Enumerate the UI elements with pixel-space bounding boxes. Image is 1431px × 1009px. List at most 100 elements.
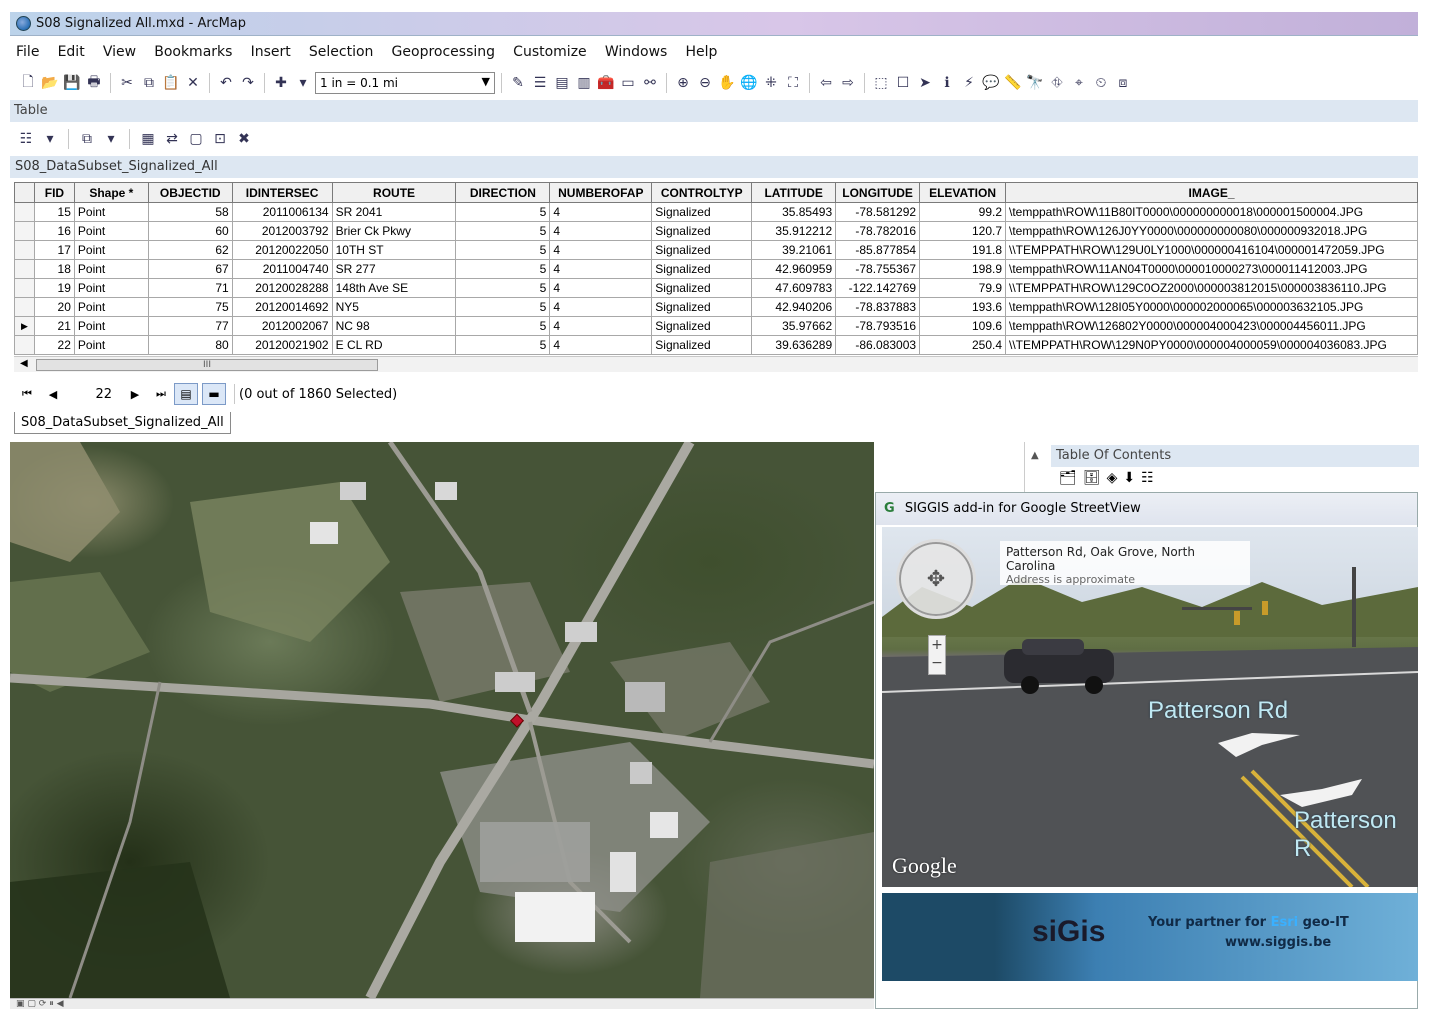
back-arrow-icon[interactable]: ⇦: [816, 73, 836, 93]
table-cell[interactable]: 5: [455, 278, 551, 298]
column-header-numberofap[interactable]: NUMBEROFAP: [549, 182, 653, 203]
collapse-up-icon[interactable]: ▲: [1031, 450, 1039, 461]
row-selector[interactable]: [14, 202, 35, 222]
table-cell[interactable]: 5: [455, 335, 551, 355]
table-cell[interactable]: 4: [549, 335, 653, 355]
menu-geoprocessing[interactable]: Geoprocessing: [386, 40, 503, 66]
table-layer-tab[interactable]: S08_DataSubset_Signalized_All: [14, 412, 231, 434]
zoom-to-selected-icon[interactable]: ⊡: [210, 129, 230, 149]
table-cell[interactable]: 58: [147, 202, 233, 222]
table-cell[interactable]: Point: [73, 316, 149, 336]
table-row[interactable]: 22 Point 80 20120021902 E CL RD 5 4 Signalized 3…: [14, 335, 1418, 355]
table-cell[interactable]: 2011004740: [231, 259, 333, 279]
find-route-icon[interactable]: ⛗: [1047, 73, 1067, 93]
table-cell[interactable]: 77: [147, 316, 233, 336]
table-cell[interactable]: \temppath\ROW\126802Y0000\000004000423\0…: [1005, 316, 1418, 336]
table-cell[interactable]: SR 2041: [331, 202, 457, 222]
arctoolbox-icon[interactable]: 🧰: [596, 73, 616, 93]
measure-icon[interactable]: 📏: [1003, 73, 1023, 93]
table-cell[interactable]: 4: [549, 221, 653, 241]
row-selector[interactable]: [14, 259, 35, 279]
table-cell[interactable]: 16: [33, 221, 75, 241]
pause-drawing-icon[interactable]: ⏸: [49, 999, 54, 1009]
table-cell[interactable]: NY5: [331, 297, 457, 317]
table-cell[interactable]: 4: [549, 259, 653, 279]
scroll-left-arrow-icon[interactable]: ◀: [20, 358, 28, 369]
siggis-banner[interactable]: siGis Your partner for Esri geo-IT www.s…: [882, 893, 1418, 981]
fixed-zoom-in-icon[interactable]: ⁜: [761, 73, 781, 93]
table-cell[interactable]: 22: [33, 335, 75, 355]
table-cell[interactable]: Point: [73, 297, 149, 317]
time-slider-icon[interactable]: ⏲: [1091, 73, 1111, 93]
table-cell[interactable]: 193.6: [919, 297, 1006, 317]
table-cell[interactable]: 120.7: [919, 221, 1006, 241]
table-cell[interactable]: \\TEMPPATH\ROW\129U0LY1000\000000416104\…: [1005, 240, 1418, 260]
show-selected-records-icon[interactable]: ▬: [202, 383, 226, 405]
list-by-visibility-icon[interactable]: ◈: [1107, 470, 1118, 486]
table-cell[interactable]: 67: [147, 259, 233, 279]
table-cell[interactable]: 35.912212: [751, 221, 837, 241]
fixed-zoom-out-icon[interactable]: ⛶: [783, 73, 803, 93]
table-cell[interactable]: \temppath\ROW\11AN04T0000\000010000273\0…: [1005, 259, 1418, 279]
list-by-selection-icon[interactable]: ⬇: [1123, 470, 1135, 486]
table-cell[interactable]: -78.755367: [835, 259, 921, 279]
table-cell[interactable]: 15: [33, 202, 75, 222]
table-cell[interactable]: 19: [33, 278, 75, 298]
table-cell[interactable]: 42.940206: [751, 297, 837, 317]
row-selector[interactable]: [14, 278, 35, 298]
table-cell[interactable]: 4: [549, 202, 653, 222]
table-cell[interactable]: Signalized: [651, 278, 753, 298]
redo-icon[interactable]: ↷: [238, 73, 258, 93]
forward-arrow-icon[interactable]: ⇨: [838, 73, 858, 93]
layout-view-icon[interactable]: ▣: [16, 999, 25, 1009]
table-cell[interactable]: -78.581292: [835, 202, 921, 222]
undo-icon[interactable]: ↶: [216, 73, 236, 93]
table-cell[interactable]: 35.97662: [751, 316, 837, 336]
table-cell[interactable]: E CL RD: [331, 335, 457, 355]
table-cell[interactable]: Point: [73, 259, 149, 279]
table-cell[interactable]: 148th Ave SE: [331, 278, 457, 298]
column-header-fid[interactable]: FID: [33, 182, 75, 203]
pan-hand-icon[interactable]: ✋: [717, 73, 737, 93]
table-cell[interactable]: 99.2: [919, 202, 1006, 222]
related-tables-icon[interactable]: ⧉: [77, 129, 97, 149]
table-cell[interactable]: Point: [73, 202, 149, 222]
table-row[interactable]: ▶ 21 Point 77 2012002067 NC 98 5 4 Signalized 35.…: [14, 316, 1418, 336]
table-cell[interactable]: NC 98: [331, 316, 457, 336]
table-cell[interactable]: 20120014692: [231, 297, 333, 317]
table-cell[interactable]: -78.793516: [835, 316, 921, 336]
html-popup-icon[interactable]: 💬: [981, 73, 1001, 93]
last-record-icon[interactable]: ⏭: [148, 387, 174, 401]
row-selector[interactable]: [14, 335, 35, 355]
create-viewer-icon[interactable]: ⧈: [1113, 73, 1133, 93]
column-header-idintersec[interactable]: IDINTERSEC: [231, 182, 333, 203]
table-cell[interactable]: 10TH ST: [331, 240, 457, 260]
row-selector[interactable]: [14, 221, 35, 241]
menu-insert[interactable]: Insert: [245, 40, 299, 66]
table-row[interactable]: 15 Point 58 2011006134 SR 2041 5 4 Signalized 35…: [14, 202, 1418, 222]
find-binoculars-icon[interactable]: 🔭: [1025, 73, 1045, 93]
toc-options-icon[interactable]: ☷: [1141, 470, 1154, 486]
table-cell[interactable]: 17: [33, 240, 75, 260]
list-by-source-icon[interactable]: 🗄: [1083, 470, 1101, 486]
table-cell[interactable]: Point: [73, 240, 149, 260]
zoom-in-icon[interactable]: ⊕: [673, 73, 693, 93]
table-cell[interactable]: -86.083003: [835, 335, 921, 355]
table-cell[interactable]: 75: [147, 297, 233, 317]
table-cell[interactable]: 2011006134: [231, 202, 333, 222]
table-cell[interactable]: 250.4: [919, 335, 1006, 355]
clear-selection-icon[interactable]: ▢: [186, 129, 206, 149]
add-data-dropdown-icon[interactable]: ▾: [293, 73, 313, 93]
menu-help[interactable]: Help: [679, 40, 725, 66]
cut-icon[interactable]: ✂: [117, 73, 137, 93]
menu-windows[interactable]: Windows: [599, 40, 676, 66]
list-by-drawing-order-icon[interactable]: 🗂: [1059, 470, 1077, 486]
delete-icon[interactable]: ✕: [183, 73, 203, 93]
table-cell[interactable]: Signalized: [651, 259, 753, 279]
row-selector[interactable]: ▶: [14, 316, 35, 336]
menu-view[interactable]: View: [97, 40, 144, 66]
row-selector[interactable]: [14, 297, 35, 317]
select-by-attributes-icon[interactable]: ▦: [138, 129, 158, 149]
refresh-icon[interactable]: ⟳: [39, 999, 47, 1009]
select-elements-arrow-icon[interactable]: ➤: [915, 73, 935, 93]
